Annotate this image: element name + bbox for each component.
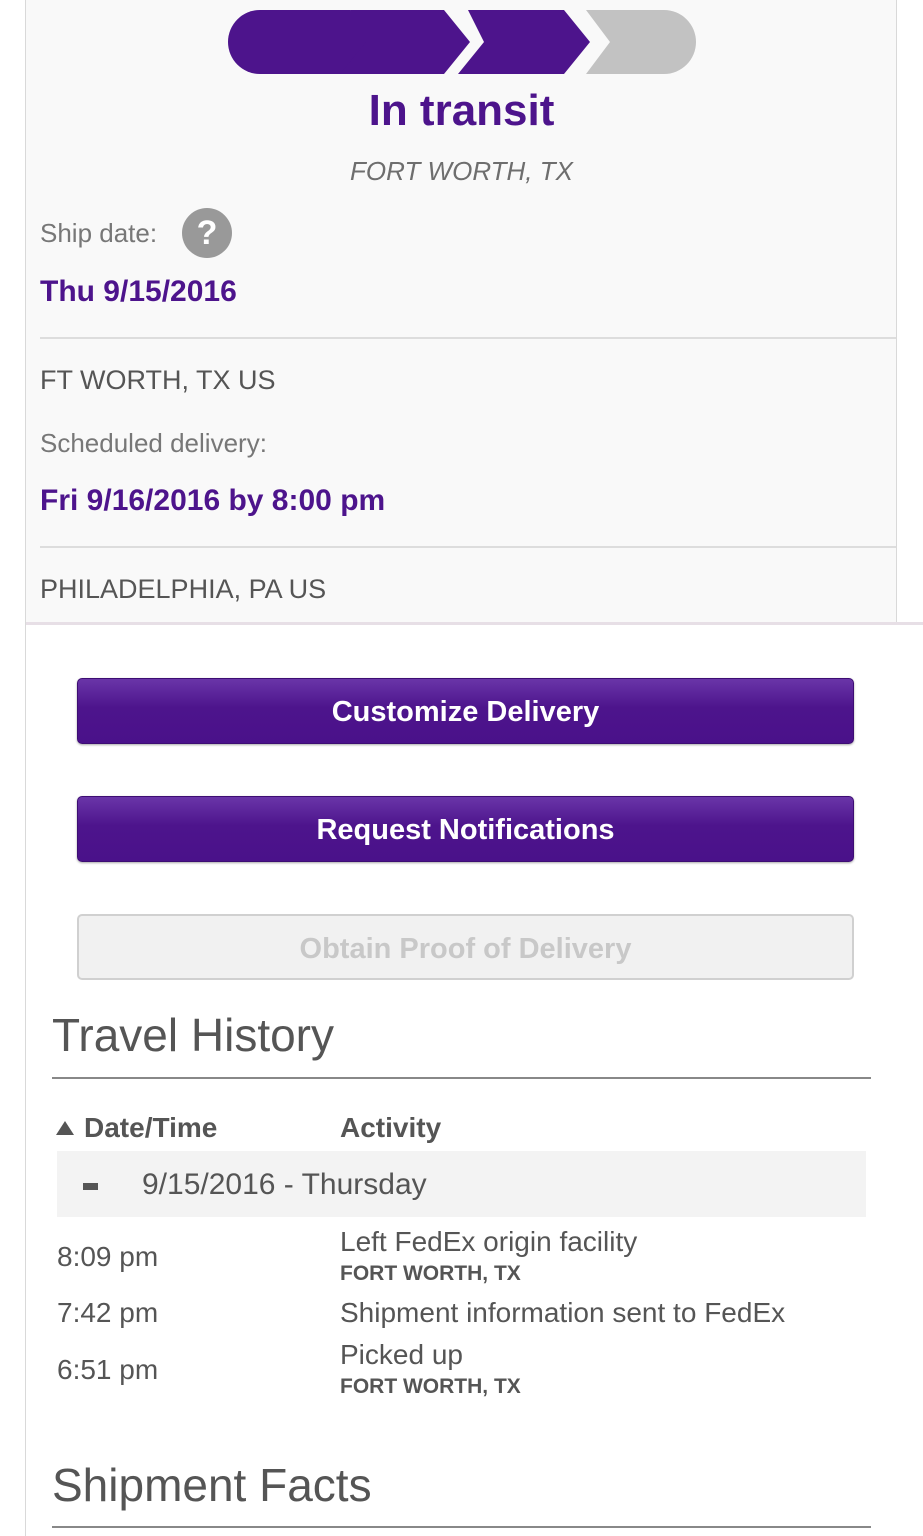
- shipment-facts-heading: Shipment Facts: [52, 1459, 372, 1511]
- date-group-label: 9/15/2016 - Thursday: [142, 1168, 427, 1201]
- request-notifications-button[interactable]: Request Notifications: [77, 796, 854, 862]
- event-time: 8:09 pm: [57, 1241, 159, 1272]
- event-activity: Left FedEx origin facility: [340, 1226, 638, 1257]
- progress-step-4: [586, 10, 696, 74]
- column-header-datetime[interactable]: Date/Time: [84, 1112, 217, 1144]
- event-time: 7:42 pm: [57, 1297, 159, 1328]
- sort-ascending-icon[interactable]: [56, 1121, 74, 1135]
- help-icon[interactable]: ?: [182, 208, 232, 258]
- event-time: 6:51 pm: [57, 1354, 159, 1385]
- scheduled-delivery-value: Fri 9/16/2016 by 8:00 pm: [40, 484, 386, 517]
- section-divider: [52, 1526, 871, 1528]
- progress-step-3: [458, 10, 590, 74]
- ship-date-label: Ship date:: [40, 218, 158, 248]
- travel-history-heading: Travel History: [52, 1009, 334, 1061]
- column-header-activity: Activity: [340, 1112, 442, 1143]
- customize-delivery-button[interactable]: Customize Delivery: [77, 678, 854, 744]
- section-divider: [52, 1077, 871, 1079]
- collapse-icon[interactable]: [83, 1183, 98, 1190]
- obtain-proof-of-delivery-button: Obtain Proof of Delivery: [77, 914, 854, 980]
- event-activity: Picked up: [340, 1339, 463, 1370]
- event-location: FORT WORTH, TX: [340, 1375, 521, 1398]
- scheduled-delivery-label: Scheduled delivery:: [40, 428, 267, 458]
- origin-location: FT WORTH, TX US: [40, 365, 276, 395]
- destination-location: PHILADELPHIA, PA US: [40, 574, 327, 604]
- event-activity: Shipment information sent to FedEx: [340, 1297, 786, 1328]
- summary-divider: [26, 622, 923, 625]
- ship-date-value: Thu 9/15/2016: [40, 275, 237, 308]
- shipment-progress-bar: [228, 10, 696, 74]
- status-location: FORT WORTH, TX: [350, 156, 573, 186]
- divider: [40, 546, 896, 548]
- event-location: FORT WORTH, TX: [340, 1262, 521, 1285]
- status-title: In transit: [368, 86, 555, 135]
- divider: [40, 337, 896, 339]
